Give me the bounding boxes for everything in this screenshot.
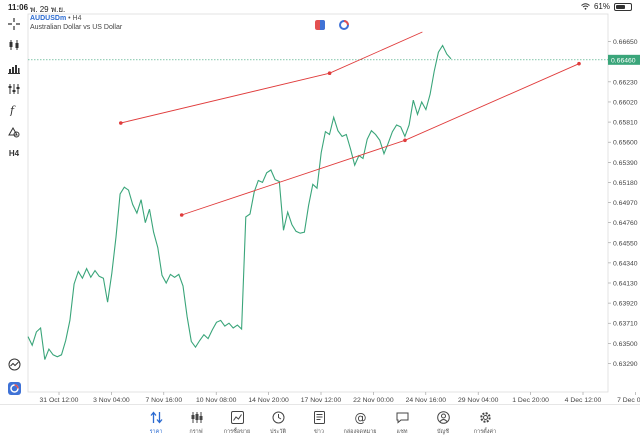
- indicators-icon[interactable]: [6, 81, 22, 97]
- y-tick-label: 0.64760: [613, 220, 638, 227]
- app-logo-icon[interactable]: [6, 380, 22, 396]
- trendline-anchor: [119, 121, 123, 125]
- trendline: [120, 31, 423, 124]
- x-tick-label: 1 Dec 20:00: [512, 397, 549, 404]
- nav-mailbox[interactable]: @ กล่องจดหมาย: [337, 409, 383, 443]
- nav-chat[interactable]: แชท: [379, 409, 425, 443]
- symbol-timeframe: H4: [72, 15, 82, 22]
- trade-levels-icon[interactable]: [6, 356, 22, 372]
- y-tick-label: 0.66020: [613, 99, 638, 106]
- trendline-anchor: [403, 138, 407, 143]
- one-click-trading-icon[interactable]: [315, 20, 325, 30]
- nav-account[interactable]: บัญชี: [420, 409, 466, 443]
- y-tick-label: 0.66650: [613, 39, 638, 46]
- current-price-label: 0.66460: [611, 57, 636, 64]
- y-tick-label: 0.63500: [613, 341, 638, 348]
- y-tick-label: 0.65390: [613, 160, 638, 167]
- svg-text:@: @: [354, 411, 366, 424]
- y-tick-label: 0.64550: [613, 240, 638, 247]
- chart-badges: [315, 20, 349, 30]
- symbol-label: AUDUSDm • H4 Australian Dollar vs US Dol…: [30, 15, 123, 31]
- bottom-nav: ราคา กราฟ การซื้อขาย ประวัติ ข่าว @ กล่อ…: [0, 404, 640, 447]
- x-tick-label: 29 Nov 04:00: [458, 397, 499, 404]
- svg-text:f: f: [9, 104, 16, 116]
- nav-trade[interactable]: การซื้อขาย: [214, 409, 260, 443]
- y-tick-label: 0.63290: [613, 361, 638, 368]
- y-tick-label: 0.65600: [613, 140, 638, 147]
- trendline: [181, 63, 580, 216]
- signal-icon[interactable]: [339, 20, 349, 30]
- mailbox-icon: @: [354, 411, 366, 424]
- x-tick-label: 4 Dec 12:00: [565, 397, 602, 404]
- trade-icon: [230, 410, 244, 424]
- trendline-anchor: [577, 61, 581, 66]
- settings-icon: [479, 411, 491, 423]
- trendline-anchor: [179, 213, 184, 217]
- symbol-name: AUDUSDm: [30, 15, 67, 22]
- quotes-icon: [150, 410, 162, 424]
- chat-icon: [396, 412, 408, 424]
- timeframe-icon[interactable]: H4: [6, 145, 22, 161]
- x-tick-label: 3 Nov 04:00: [93, 397, 130, 404]
- x-tick-label: 7 Nov 16:00: [145, 397, 182, 404]
- y-tick-label: 0.64340: [613, 260, 638, 267]
- x-tick-label: 17 Nov 12:00: [301, 397, 342, 404]
- nav-chart[interactable]: กราฟ: [173, 409, 219, 443]
- x-tick-label: 7 Dec 04:00: [617, 397, 640, 404]
- y-tick-label: 0.63710: [613, 321, 638, 328]
- function-icon[interactable]: f: [6, 102, 22, 118]
- news-icon: [313, 410, 325, 424]
- y-tick-label: 0.63920: [613, 301, 638, 308]
- x-tick-label: 24 Nov 16:00: [406, 397, 447, 404]
- history-icon: [272, 411, 284, 423]
- objects-icon[interactable]: [6, 124, 22, 140]
- x-tick-label: 14 Nov 20:00: [248, 397, 289, 404]
- trendline-anchor: [327, 71, 332, 76]
- nav-news[interactable]: ข่าว: [296, 409, 342, 443]
- y-tick-label: 0.64970: [613, 200, 638, 207]
- nav-history[interactable]: ประวัติ: [255, 409, 301, 443]
- bars-icon[interactable]: [6, 60, 22, 76]
- x-tick-label: 22 Nov 00:00: [353, 397, 394, 404]
- y-tick-label: 0.66230: [613, 79, 638, 86]
- y-tick-label: 0.65810: [613, 120, 638, 127]
- plot-frame: [27, 13, 609, 393]
- crosshair-icon[interactable]: [6, 16, 22, 32]
- price-chart[interactable]: 0.666500.664400.662300.660200.658100.656…: [0, 0, 640, 404]
- nav-settings[interactable]: การตั้งค่า: [462, 409, 508, 443]
- x-tick-label: 31 Oct 12:00: [40, 397, 79, 404]
- price-series-line: [27, 44, 452, 360]
- y-tick-label: 0.64130: [613, 281, 638, 288]
- left-toolbar: f H4: [0, 14, 28, 404]
- x-tick-label: 10 Nov 08:00: [196, 397, 237, 404]
- y-tick-label: 0.65180: [613, 180, 638, 187]
- symbol-description: Australian Dollar vs US Dollar: [30, 24, 123, 31]
- candles-icon[interactable]: [6, 37, 22, 53]
- account-icon: [436, 410, 450, 424]
- chart-icon: [191, 411, 202, 423]
